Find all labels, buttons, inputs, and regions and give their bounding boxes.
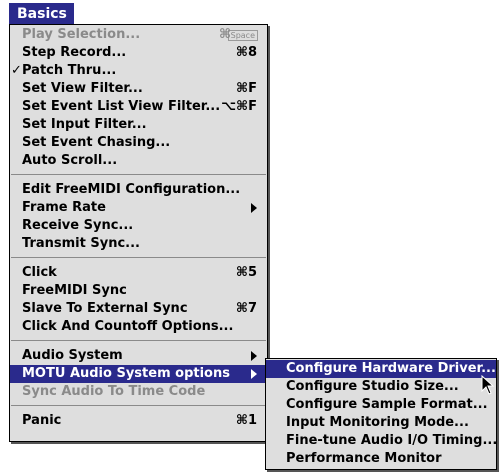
menu-item-transmit-sync[interactable]: Transmit Sync... [10,235,267,253]
menu-item-label: Auto Scroll... [22,153,118,168]
menu-item-label: Configure Studio Size... [286,379,459,394]
menu-item-label: Play Selection... [22,27,141,42]
submenu-arrow-icon [251,369,257,379]
menu-item-audio-system[interactable]: Audio System [10,347,267,365]
menu-item-receive-sync[interactable]: Receive Sync... [10,217,267,235]
menu-item-label: FreeMIDI Sync [22,283,127,298]
menu-item-label: Input Monitoring Mode... [286,415,469,430]
menu-item-label: Set Event Chasing... [22,135,171,150]
submenu-item-input-monitoring-mode[interactable]: Input Monitoring Mode... [266,414,496,432]
menu-title-basics[interactable]: Basics [9,3,74,25]
menu-item-label: Sync Audio To Time Code [22,384,206,399]
submenu-item-configure-studio-size[interactable]: Configure Studio Size... [266,378,496,396]
submenu-item-configure-hardware-driver[interactable]: Configure Hardware Driver... [266,360,496,378]
menu-item-label: Panic [22,413,62,428]
menu-item-slave-to-external-sync[interactable]: Slave To External Sync ⌘7 [10,300,267,318]
submenu-item-performance-monitor[interactable]: Performance Monitor [266,450,496,468]
menu-item-label: Click [22,265,57,280]
checkmark-icon: ✓ [11,63,22,78]
menu-item-shortcut: ⌘1 [235,413,257,428]
basics-menu: Play Selection... Space ⌘ Step Record...… [9,24,268,442]
menu-item-label: Click And Countoff Options... [22,319,234,334]
menu-item-shortcut: ⌘7 [235,301,257,316]
menu-item-label: Edit FreeMIDI Configuration... [22,182,241,197]
menu-item-shortcut: ⌥⌘F [221,99,257,114]
shortcut-space: Space [227,30,258,41]
menu-item-patch-thru[interactable]: ✓ Patch Thru... [10,62,267,80]
menu-item-set-view-filter[interactable]: Set View Filter... ⌘F [10,80,267,98]
menu-item-label: Audio System [22,348,123,363]
menu-item-label: Configure Hardware Driver... [286,361,496,376]
menu-item-auto-scroll[interactable]: Auto Scroll... [10,152,267,170]
submenu-item-fine-tune-audio-io-timing[interactable]: Fine-tune Audio I/O Timing... [266,432,498,450]
menu-item-set-event-list-view-filter[interactable]: Set Event List View Filter... ⌥⌘F [10,98,267,116]
menu-item-motu-audio-system-options[interactable]: MOTU Audio System options [10,365,267,383]
menu-item-label: Fine-tune Audio I/O Timing... [286,433,498,448]
submenu-arrow-icon [251,351,257,361]
menu-item-label: Set Input Filter... [22,117,147,132]
menu-separator [11,174,266,175]
submenu-item-configure-sample-format[interactable]: Configure Sample Format... [266,396,496,414]
submenu-arrow-icon [251,203,257,213]
menu-item-set-input-filter[interactable]: Set Input Filter... [10,116,267,134]
menu-item-frame-rate[interactable]: Frame Rate [10,199,267,217]
menu-item-play-selection: Play Selection... Space ⌘ [10,26,267,44]
menu-item-label: Performance Monitor [286,451,442,466]
menu-item-label: Frame Rate [22,200,106,215]
menu-item-label: Patch Thru... [22,63,117,78]
mouse-pointer-icon [481,375,495,395]
menu-item-label: Set Event List View Filter... [22,99,221,114]
menu-item-label: Receive Sync... [22,218,134,233]
menu-item-set-event-chasing[interactable]: Set Event Chasing... [10,134,267,152]
menu-item-panic[interactable]: Panic ⌘1 [10,412,267,430]
menu-item-click-and-countoff-options[interactable]: Click And Countoff Options... [10,318,267,336]
menu-item-sync-audio-to-time-code: Sync Audio To Time Code [10,383,267,401]
menu-item-shortcut: ⌘F [236,81,257,96]
menu-item-shortcut: ⌘5 [235,265,257,280]
menu-separator [11,257,266,258]
motu-audio-system-options-submenu: Configure Hardware Driver... Configure S… [265,358,497,470]
menu-item-label: Slave To External Sync [22,301,188,316]
menu-separator [11,340,266,341]
command-key-icon: ⌘ [218,27,231,42]
menu-item-click[interactable]: Click ⌘5 [10,264,267,282]
menu-item-label: Step Record... [22,45,127,60]
menu-item-label: Configure Sample Format... [286,397,488,412]
menu-item-label: MOTU Audio System options [22,366,230,381]
menu-item-step-record[interactable]: Step Record... ⌘8 [10,44,267,62]
menu-item-edit-freemidi-configuration[interactable]: Edit FreeMIDI Configuration... [10,181,267,199]
menu-item-freemidi-sync[interactable]: FreeMIDI Sync [10,282,267,300]
menu-item-label: Set View Filter... [22,81,143,96]
menu-item-shortcut: ⌘8 [235,45,257,60]
menu-separator [11,405,266,406]
menu-item-label: Transmit Sync... [22,236,140,251]
